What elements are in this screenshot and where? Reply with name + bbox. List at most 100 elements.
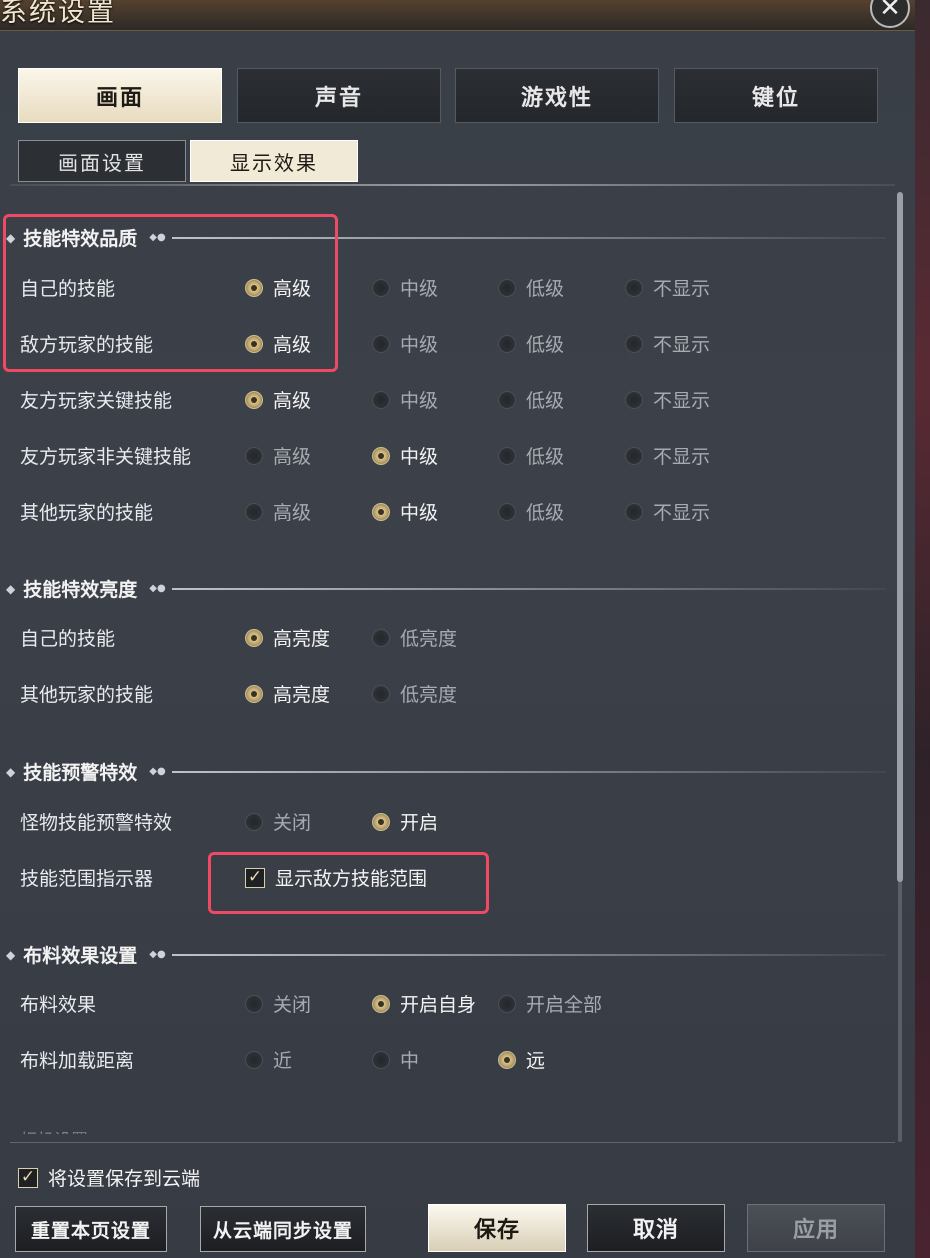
apply-button[interactable]: 应用	[747, 1204, 885, 1252]
row-label-other-brightness: 其他玩家的技能	[20, 684, 154, 706]
sync-from-cloud-button[interactable]: 从云端同步设置	[200, 1206, 366, 1252]
radio-other-low[interactable]: 低级	[498, 498, 564, 525]
radio-own-bright-high[interactable]: 高亮度	[245, 624, 330, 651]
section-header-cloth: ◆ 布料效果设置 ◆●	[6, 941, 886, 968]
radio-dot	[498, 446, 516, 465]
radio-other-bright-high[interactable]: 高亮度	[245, 680, 330, 707]
radio-dot	[372, 684, 390, 703]
radio-dot	[245, 628, 263, 647]
option-label: 不显示	[653, 502, 711, 524]
radio-allykey-hide[interactable]: 不显示	[625, 386, 710, 413]
tab-label: 键位	[751, 84, 800, 111]
radio-dot	[372, 1050, 390, 1069]
option-label: 开启	[400, 812, 439, 834]
option-label: 高级	[273, 446, 312, 468]
cancel-button[interactable]: 取消	[587, 1204, 725, 1252]
option-label: 不显示	[653, 446, 711, 468]
radio-allynonkey-high[interactable]: 高级	[245, 442, 311, 469]
option-label: 中级	[400, 390, 439, 412]
tab-label: 声音	[314, 84, 363, 111]
radio-allynonkey-hide[interactable]: 不显示	[625, 442, 710, 469]
highlight-box-range-indicator	[208, 852, 489, 914]
option-label: 远	[526, 1050, 546, 1072]
radio-dot	[372, 994, 390, 1013]
close-icon: ✕	[879, 0, 901, 23]
subtab-graphics-settings[interactable]: 画面设置	[18, 140, 186, 182]
close-button[interactable]: ✕	[870, 0, 910, 28]
radio-cloth-self[interactable]: 开启自身	[372, 990, 476, 1017]
tab-graphics[interactable]: 画面	[18, 68, 222, 123]
radio-warning-on[interactable]: 开启	[372, 808, 438, 835]
option-label: 不显示	[653, 390, 711, 412]
row-label-ally-nonkey-skill: 友方玩家非关键技能	[20, 446, 192, 468]
subtab-display-effects[interactable]: 显示效果	[190, 140, 358, 182]
radio-cloth-off[interactable]: 关闭	[245, 990, 311, 1017]
radio-dot	[245, 446, 263, 465]
option-label: 低级	[526, 278, 565, 300]
radio-allykey-mid[interactable]: 中级	[372, 386, 438, 413]
button-label: 从云端同步设置	[212, 1219, 353, 1242]
option-label: 高亮度	[273, 628, 331, 650]
radio-dot	[372, 334, 390, 353]
radio-allykey-high[interactable]: 高级	[245, 386, 311, 413]
section-title: 布料效果设置	[23, 945, 138, 967]
option-label: 关闭	[273, 812, 312, 834]
radio-distance-near[interactable]: 近	[245, 1046, 292, 1073]
ornament-icon: ◆●	[149, 583, 166, 594]
ornament-icon: ◆●	[149, 949, 166, 960]
radio-own-low[interactable]: 低级	[498, 274, 564, 301]
option-label: 近	[273, 1050, 293, 1072]
radio-distance-far[interactable]: 远	[498, 1046, 545, 1073]
radio-enemy-mid[interactable]: 中级	[372, 330, 438, 357]
radio-dot	[625, 334, 643, 353]
radio-other-mid[interactable]: 中级	[372, 498, 438, 525]
section-line	[171, 953, 886, 956]
radio-own-hide[interactable]: 不显示	[625, 274, 710, 301]
radio-dot	[245, 994, 263, 1013]
reset-page-button[interactable]: 重置本页设置	[15, 1206, 167, 1252]
radio-dot	[245, 684, 263, 703]
row-label-monster-warning: 怪物技能预警特效	[20, 812, 173, 834]
checkbox-save-to-cloud[interactable]: ✓ 将设置保存到云端	[18, 1164, 200, 1191]
tab-sound[interactable]: 声音	[237, 68, 441, 123]
radio-allynonkey-mid[interactable]: 中级	[372, 442, 438, 469]
radio-dot	[498, 334, 516, 353]
radio-distance-mid[interactable]: 中	[372, 1046, 419, 1073]
subtab-label: 画面设置	[58, 150, 146, 175]
radio-enemy-low[interactable]: 低级	[498, 330, 564, 357]
button-label: 保存	[473, 1217, 520, 1243]
radio-dot	[498, 390, 516, 409]
radio-dot	[245, 812, 263, 831]
radio-allykey-low[interactable]: 低级	[498, 386, 564, 413]
radio-other-hide[interactable]: 不显示	[625, 498, 710, 525]
radio-own-mid[interactable]: 中级	[372, 274, 438, 301]
radio-dot	[245, 1050, 263, 1069]
radio-warning-off[interactable]: 关闭	[245, 808, 311, 835]
scrollbar-thumb[interactable]	[897, 192, 903, 882]
radio-own-bright-low[interactable]: 低亮度	[372, 624, 457, 651]
diamond-icon: ◆	[6, 764, 16, 779]
radio-allynonkey-low[interactable]: 低级	[498, 442, 564, 469]
radio-other-high[interactable]: 高级	[245, 498, 311, 525]
option-label: 低级	[526, 502, 565, 524]
radio-enemy-hide[interactable]: 不显示	[625, 330, 710, 357]
tab-gameplay[interactable]: 游戏性	[455, 68, 659, 123]
radio-dot	[245, 502, 263, 521]
tab-label: 游戏性	[520, 84, 593, 111]
row-label-cloth-distance: 布料加载距离	[20, 1050, 135, 1072]
option-label: 关闭	[273, 994, 312, 1016]
section-line	[171, 587, 886, 590]
radio-dot	[498, 278, 516, 297]
row-label-range-indicator: 技能范围指示器	[20, 868, 154, 890]
option-label: 中级	[400, 278, 439, 300]
radio-cloth-all[interactable]: 开启全部	[498, 990, 602, 1017]
row-label-cloth-effect: 布料效果	[20, 994, 97, 1016]
option-label: 高级	[273, 502, 312, 524]
tab-keybinds[interactable]: 键位	[674, 68, 878, 123]
row-label-ally-key-skill: 友方玩家关键技能	[20, 390, 173, 412]
radio-dot	[498, 1050, 516, 1069]
radio-dot	[498, 994, 516, 1013]
option-label: 高级	[273, 390, 312, 412]
radio-other-bright-low[interactable]: 低亮度	[372, 680, 457, 707]
save-button[interactable]: 保存	[428, 1204, 566, 1252]
